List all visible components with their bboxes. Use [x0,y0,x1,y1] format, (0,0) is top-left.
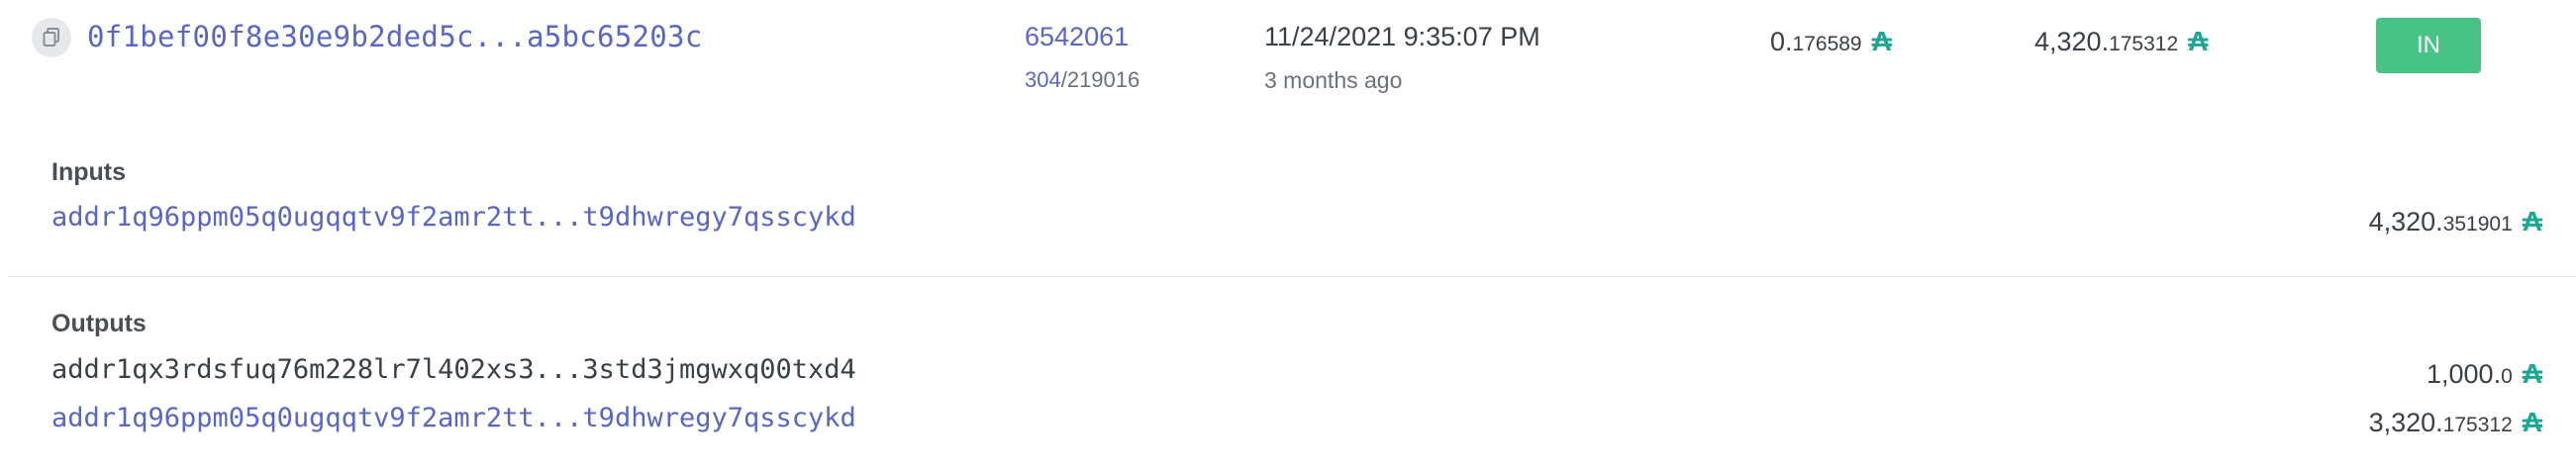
transaction-hash-link[interactable]: 0f1bef00f8e30e9b2ded5c...a5bc65203c [87,20,703,53]
output-amount: 1,000. 0 ₳ [2427,358,2542,390]
output-amount-int: 1,000. [2427,359,2502,389]
block-position: 304/219016 [1025,67,1139,93]
total-dec: 175312 [2109,33,2179,55]
direction-badge[interactable]: IN [2376,18,2481,73]
outputs-title: Outputs [51,310,147,337]
output-amount-dec: 175312 [2442,414,2513,436]
ada-icon: ₳ [2188,26,2209,56]
transaction-date: 11/24/2021 9:35:07 PM [1264,22,1540,51]
input-amount-dec: 351901 [2442,213,2513,236]
copy-hash-button[interactable] [32,18,71,57]
output-address-link[interactable]: addr1q96ppm05q0ugqqtv9f2amr2tt...t9dhwre… [51,403,856,433]
block-number-link[interactable]: 6542061 [1025,22,1129,52]
ada-icon: ₳ [2522,407,2542,437]
ada-icon: ₳ [2522,358,2542,389]
section-divider [8,276,2576,277]
epoch-link[interactable]: 304 [1025,67,1061,92]
fee-dec: 176589 [1792,33,1862,55]
input-address-link[interactable]: addr1q96ppm05q0ugqqtv9f2amr2tt...t9dhwre… [51,202,856,233]
fee-amount: 0. 176589 ₳ [1770,26,1892,57]
slot-text: /219016 [1060,67,1140,92]
total-amount: 4,320. 175312 ₳ [2034,26,2208,57]
output-amount-int: 3,320. [2368,408,2443,437]
input-amount: 4,320. 351901 ₳ [2369,206,2542,237]
ada-icon: ₳ [2522,206,2542,236]
fee-int: 0. [1770,27,1793,56]
inputs-title: Inputs [51,158,126,186]
input-amount-int: 4,320. [2368,207,2443,236]
relative-time: 3 months ago [1264,67,1403,93]
ada-icon: ₳ [1871,26,1892,56]
output-amount: 3,320. 175312 ₳ [2369,407,2542,438]
total-int: 4,320. [2034,27,2110,56]
copy-icon [43,28,59,47]
output-address-text: addr1qx3rdsfuq76m228lr7l402xs3...3std3jm… [51,354,856,385]
output-amount-dec: 0 [2501,365,2513,388]
